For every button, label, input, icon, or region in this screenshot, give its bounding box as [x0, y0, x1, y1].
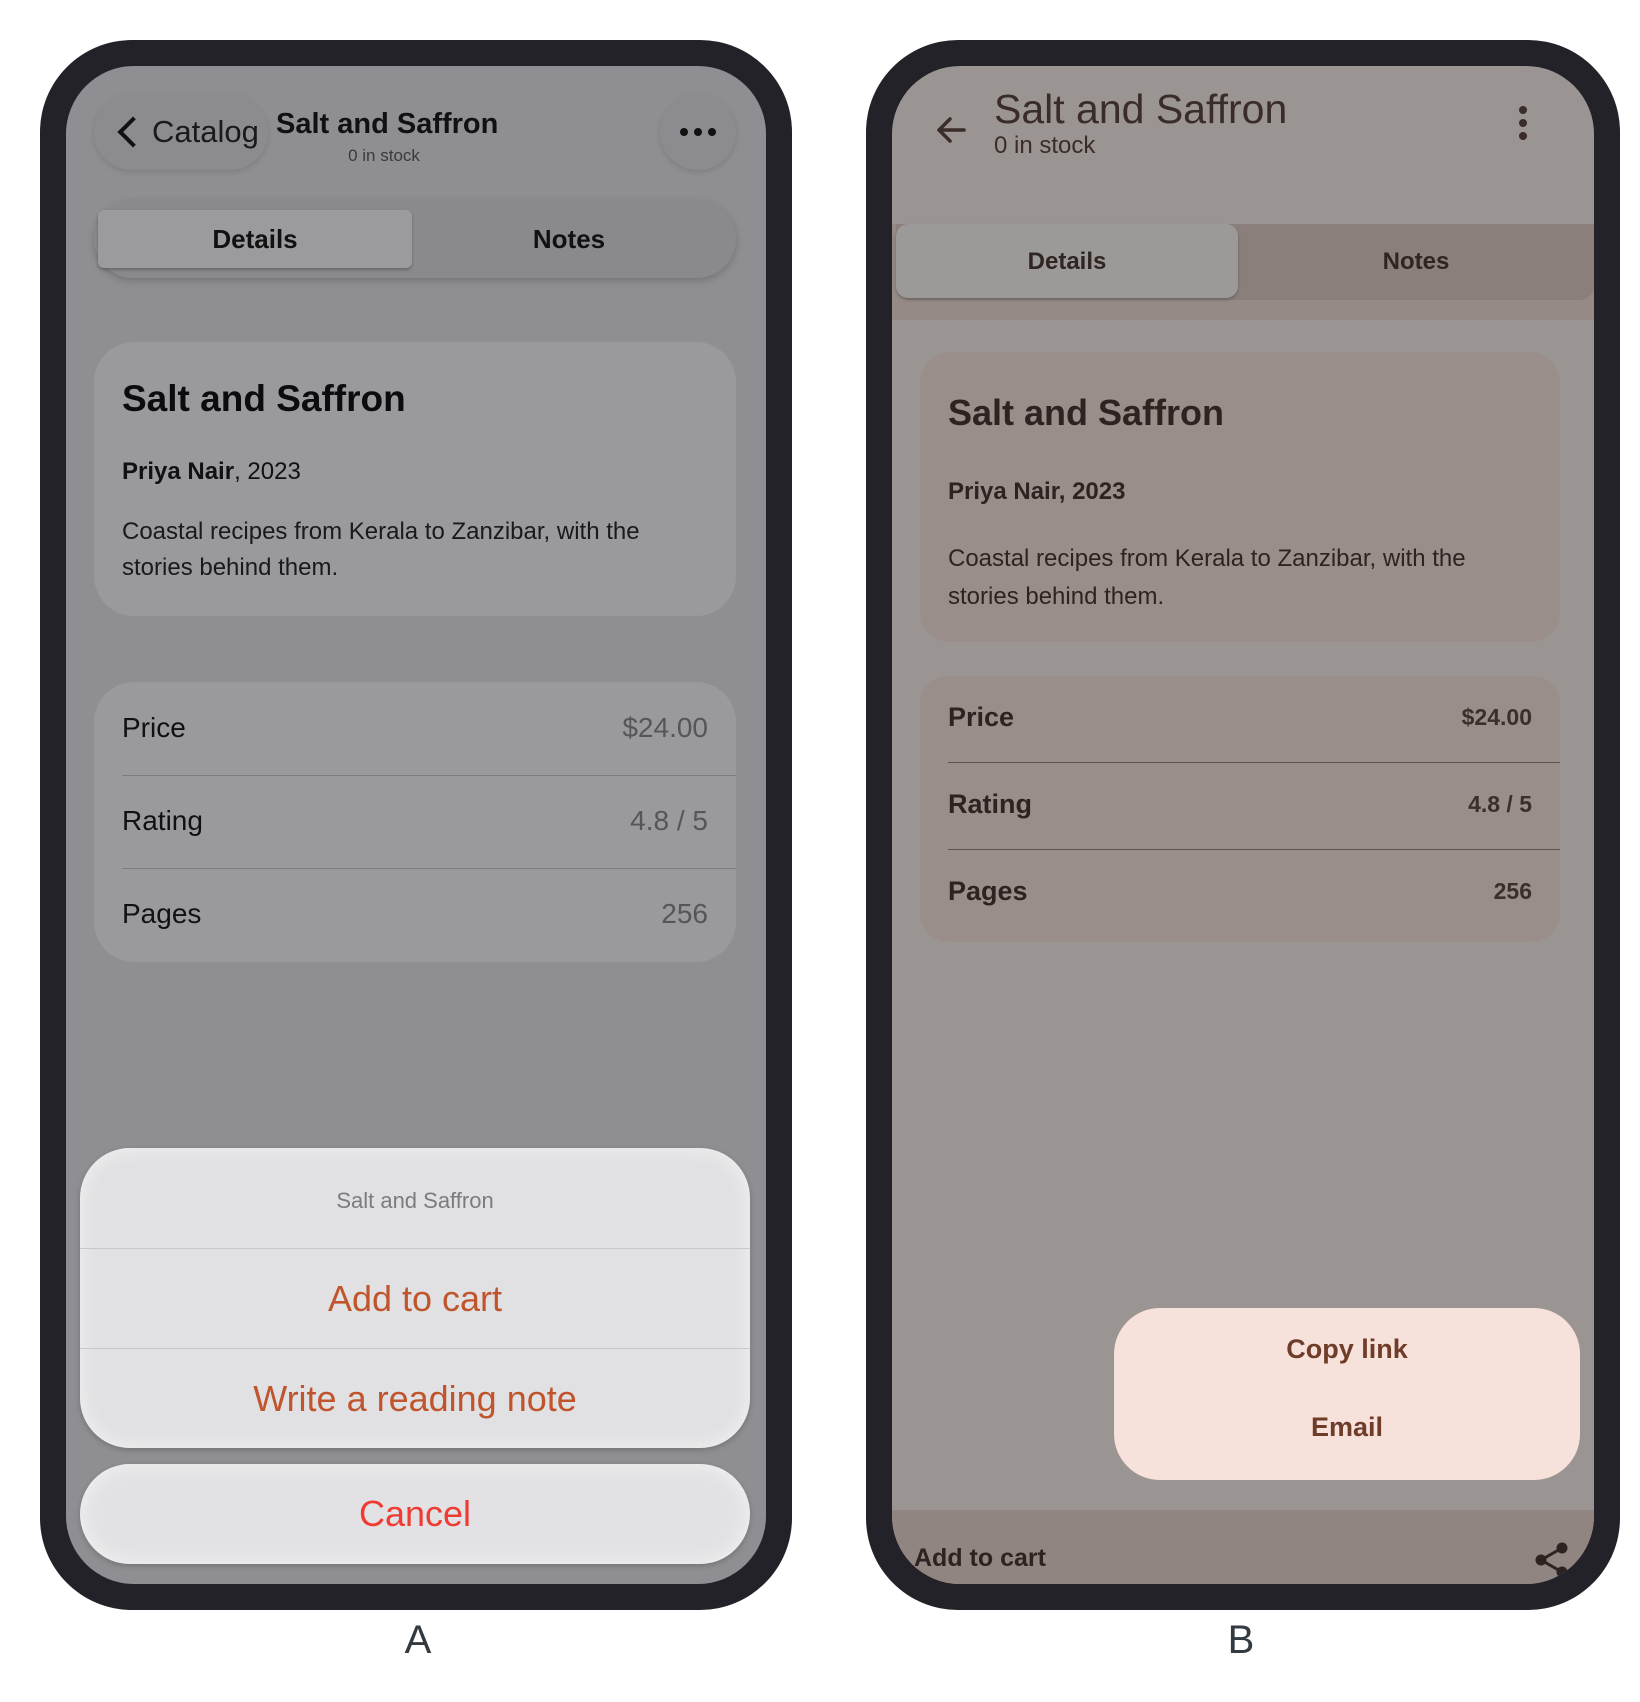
share-icon [1535, 1542, 1568, 1578]
book-title: Salt and Saffron [948, 392, 1225, 433]
email-item[interactable]: Email [1114, 1412, 1580, 1443]
copy-link-item[interactable]: Copy link [1114, 1334, 1580, 1365]
details-list: Price $24.00 Rating 4.8 / 5 Pages 256 [94, 682, 736, 962]
back-button[interactable] [922, 100, 982, 160]
back-button-label: Catalog [152, 114, 259, 149]
details-list: Price $24.00 Rating 4.8 / 5 Pages 256 [920, 676, 1560, 942]
row-value: $24.00 [622, 712, 708, 743]
row-label: Price [948, 702, 1015, 732]
list-row-rating: Rating 4.8 / 5 [122, 775, 736, 869]
tab-notes[interactable]: Notes [412, 224, 726, 255]
book-description: Coastal recipes from Kerala to Zanzibar,… [948, 545, 1466, 610]
caption-b: B [1227, 1618, 1255, 1662]
segmented-control: Details Notes [94, 200, 736, 278]
book-author-year: Priya Nair, 2023 [948, 478, 1126, 505]
row-label: Pages [948, 876, 1028, 906]
bottom-app-bar: Add to cart [892, 1510, 1594, 1584]
share-button[interactable] [1532, 1540, 1572, 1580]
row-label: Rating [948, 789, 1032, 819]
row-value: $24.00 [1461, 704, 1532, 730]
more-horizontal-icon [680, 128, 688, 136]
book-description: Coastal recipes from Kerala to Zanzibar,… [122, 518, 640, 581]
row-value: 4.8 / 5 [1468, 791, 1532, 817]
row-label: Price [122, 712, 186, 743]
caption-a: A [404, 1618, 432, 1662]
more-vert-icon[interactable] [1518, 106, 1528, 146]
write-note-action[interactable]: Write a reading note [80, 1348, 750, 1448]
list-row-pages: Pages 256 [948, 850, 1560, 936]
list-row-price: Price $24.00 [122, 682, 736, 776]
book-title: Salt and Saffron [122, 378, 406, 419]
tab-details[interactable]: Details [98, 224, 412, 255]
action-sheet-title: Salt and Saffron [336, 1188, 494, 1213]
phone-b-frame: Salt and Saffron 0 in stock Details Note… [866, 40, 1620, 1610]
book-author-year: Priya Nair, 2023 [122, 458, 301, 486]
row-value: 4.8 / 5 [630, 805, 708, 836]
row-label: Pages [122, 898, 202, 929]
chevron-left-icon [117, 116, 149, 148]
nav-subtitle: 0 in stock [348, 146, 420, 165]
book-info-card: Salt and Saffron Priya Nair, 2023 Coasta… [920, 352, 1560, 642]
back-button[interactable]: Catalog [94, 94, 268, 170]
add-to-cart-action[interactable]: Add to cart [80, 1248, 750, 1349]
more-dot [694, 128, 702, 136]
book-author: Priya Nair [122, 458, 235, 485]
tab-row: Details Notes [892, 224, 1594, 320]
appbar-title: Salt and Saffron [994, 86, 1288, 132]
nav-title: Salt and Saffron [276, 108, 499, 140]
arrow-back-icon [937, 117, 966, 143]
more-button[interactable] [660, 94, 736, 170]
list-row-pages: Pages 256 [122, 868, 736, 961]
book-year: , 2023 [234, 458, 301, 485]
row-value: 256 [1493, 878, 1532, 904]
add-to-cart-button[interactable]: Add to cart [914, 1544, 1046, 1573]
book-info-card: Salt and Saffron Priya Nair, 2023 Coasta… [94, 342, 736, 616]
appbar-subtitle: 0 in stock [994, 132, 1096, 159]
list-row-rating: Rating 4.8 / 5 [948, 763, 1560, 850]
row-label: Rating [122, 805, 203, 836]
cancel-button[interactable]: Cancel [80, 1464, 750, 1564]
list-row-price: Price $24.00 [948, 676, 1560, 763]
tab-details[interactable]: Details [896, 248, 1238, 276]
action-sheet: Salt and Saffron Add to cart Write a rea… [80, 1148, 750, 1448]
row-value: 256 [661, 898, 708, 929]
phone-a-screen: Catalog Salt and Saffron 0 in stock Deta… [66, 66, 766, 1584]
share-menu: Copy link Email [1114, 1308, 1580, 1480]
tab-notes[interactable]: Notes [1238, 248, 1594, 276]
more-dot [708, 128, 716, 136]
phone-b-screen: Salt and Saffron 0 in stock Details Note… [892, 66, 1594, 1584]
phone-a-frame: Catalog Salt and Saffron 0 in stock Deta… [40, 40, 792, 1610]
